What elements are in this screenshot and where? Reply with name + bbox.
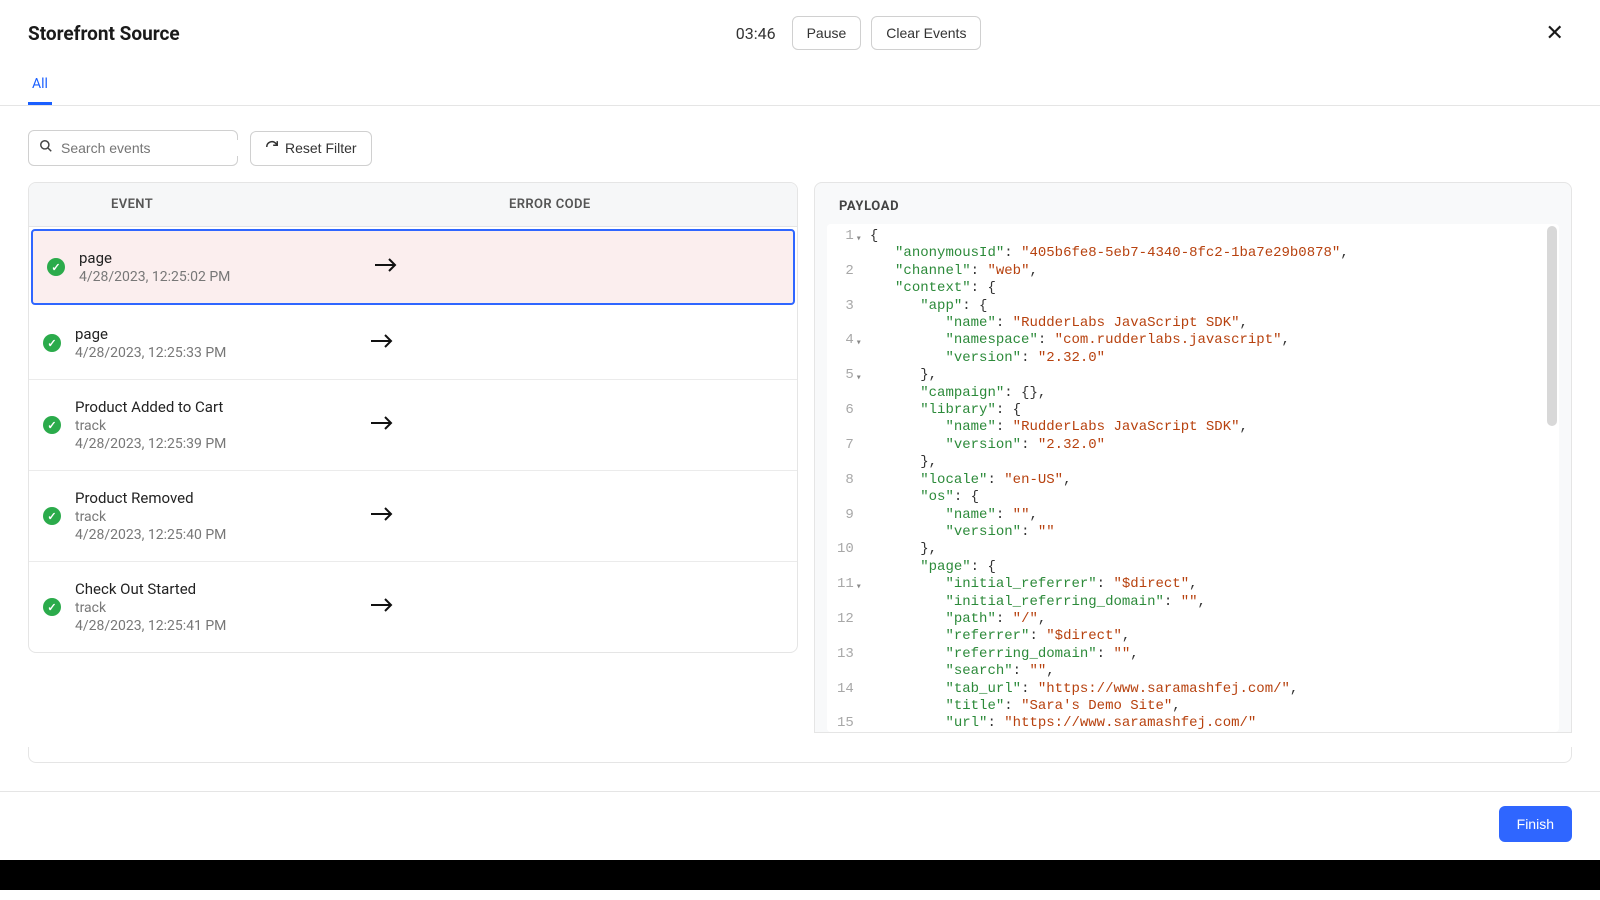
code-viewer[interactable]: 1▾ 2 3 4▾ 5▾ 6 7 8 9 10 11▾ 12 13 14 15 … — [827, 224, 1559, 732]
event-info: Product Added to Cart track 4/28/2023, 12:… — [75, 398, 355, 452]
reset-filter-label: Reset Filter — [285, 140, 357, 156]
arrow-right-icon — [373, 255, 399, 280]
close-icon[interactable]: ✕ — [1538, 17, 1572, 50]
event-row[interactable]: ✓ Product Removed track 4/28/2023, 12:25:40… — [29, 471, 797, 562]
col-event: EVENT — [29, 197, 399, 212]
event-timestamp: 4/28/2023, 12:25:33 PM — [75, 345, 355, 361]
payload-title: PAYLOAD — [815, 183, 1571, 224]
arrow-right-icon — [369, 331, 395, 356]
event-name: page — [75, 325, 355, 343]
tab-all[interactable]: All — [28, 66, 52, 105]
event-row[interactable]: ✓ Check Out Started track 4/28/2023, 12:25:… — [29, 562, 797, 652]
event-timestamp: 4/28/2023, 12:25:39 PM — [75, 436, 355, 452]
event-row[interactable]: ✓ Product Added to Cart track 4/28/2023, 12… — [29, 380, 797, 471]
event-timestamp: 4/28/2023, 12:25:40 PM — [75, 527, 355, 543]
event-info: page 4/28/2023, 12:25:02 PM — [79, 249, 359, 285]
refresh-icon — [265, 140, 279, 157]
event-name: Product Added to Cart — [75, 398, 355, 416]
event-info: Product Removed track 4/28/2023, 12:25:40 … — [75, 489, 355, 543]
arrow-right-icon — [369, 504, 395, 529]
col-error: ERROR CODE — [399, 197, 797, 212]
status-success-icon: ✓ — [43, 416, 61, 434]
finish-button[interactable]: Finish — [1499, 806, 1572, 842]
event-name: page — [79, 249, 359, 267]
event-info: Check Out Started track 4/28/2023, 12:25:4… — [75, 580, 355, 634]
clear-events-button[interactable]: Clear Events — [871, 16, 981, 50]
event-timestamp: 4/28/2023, 12:25:41 PM — [75, 618, 355, 634]
status-success-icon: ✓ — [43, 507, 61, 525]
header: Storefront Source 03:46 Pause Clear Even… — [0, 0, 1600, 66]
event-type: track — [75, 600, 355, 616]
status-success-icon: ✓ — [43, 598, 61, 616]
toolbar: ✕ Reset Filter — [0, 106, 1600, 182]
code-gutter: 1▾ 2 3 4▾ 5▾ 6 7 8 9 10 11▾ 12 13 14 15 … — [827, 224, 862, 732]
reset-filter-button[interactable]: Reset Filter — [250, 131, 372, 166]
page-title: Storefront Source — [28, 22, 180, 45]
event-type: track — [75, 418, 355, 434]
scrollbar[interactable] — [1547, 226, 1557, 426]
event-timestamp: 4/28/2023, 12:25:02 PM — [79, 269, 359, 285]
search-icon — [39, 139, 53, 157]
arrow-right-icon — [369, 413, 395, 438]
black-bar — [0, 860, 1600, 890]
search-box: ✕ — [28, 130, 238, 166]
events-table-header: EVENT ERROR CODE — [29, 183, 797, 227]
code-body: { "anonymousId": "405b6fe8-5eb7-4340-8fc… — [862, 224, 1559, 732]
pause-button[interactable]: Pause — [792, 16, 862, 50]
status-success-icon: ✓ — [43, 334, 61, 352]
arrow-right-icon — [369, 595, 395, 620]
event-row[interactable]: ✓ page 4/28/2023, 12:25:33 PM — [29, 307, 797, 380]
events-panel: EVENT ERROR CODE ✓ page 4/28/2023, 12:25:0… — [28, 182, 798, 653]
status-success-icon: ✓ — [47, 258, 65, 276]
timer: 03:46 — [736, 24, 776, 43]
footer: Finish — [0, 791, 1600, 860]
payload-panel: PAYLOAD 1▾ 2 3 4▾ 5▾ 6 7 8 9 10 11▾ 12 1… — [814, 182, 1572, 733]
event-name: Check Out Started — [75, 580, 355, 598]
tabs: All — [0, 66, 1600, 106]
event-row[interactable]: ✓ page 4/28/2023, 12:25:02 PM — [31, 229, 795, 305]
event-name: Product Removed — [75, 489, 355, 507]
event-type: track — [75, 509, 355, 525]
content: EVENT ERROR CODE ✓ page 4/28/2023, 12:25:0… — [0, 182, 1600, 741]
search-input[interactable] — [61, 140, 242, 156]
bottom-strip — [28, 747, 1572, 763]
event-info: page 4/28/2023, 12:25:33 PM — [75, 325, 355, 361]
events-body: ✓ page 4/28/2023, 12:25:02 PM ✓ page 4/28/202… — [29, 229, 797, 652]
